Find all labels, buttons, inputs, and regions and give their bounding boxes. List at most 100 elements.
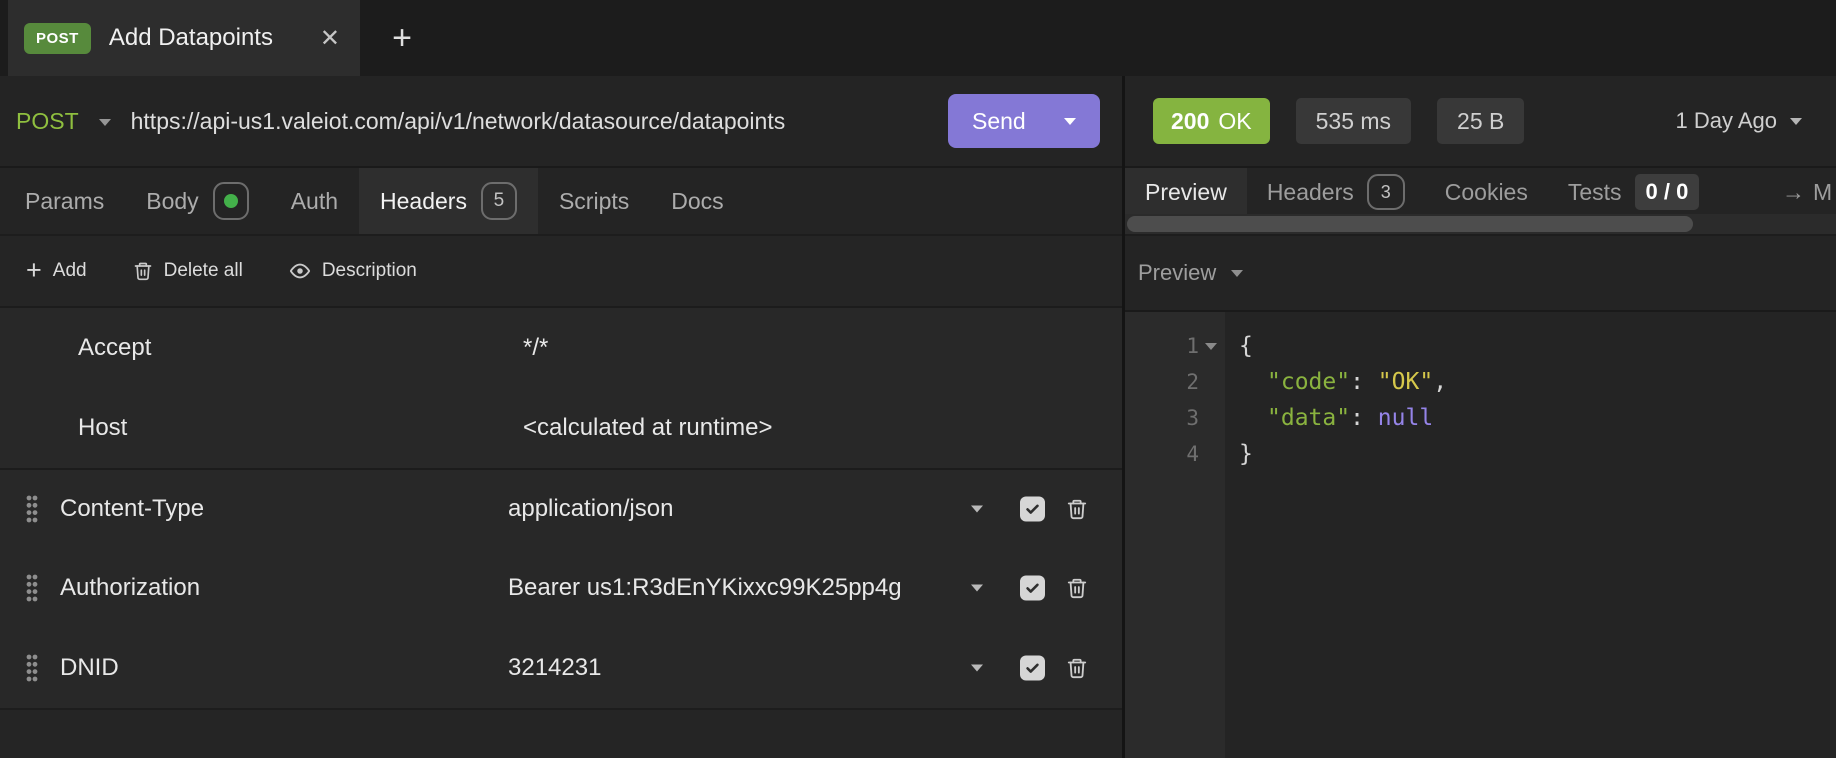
header-enabled-checkbox[interactable] [1020, 575, 1045, 601]
horizontal-scrollbar-track[interactable] [1125, 214, 1836, 234]
header-name-input[interactable]: DNID [60, 654, 119, 682]
trash-icon [133, 260, 153, 282]
close-tab-icon[interactable]: ✕ [320, 24, 340, 53]
tab-response-headers[interactable]: Headers 3 [1247, 168, 1425, 216]
header-value-input[interactable]: Bearer us1:R3dEnYKixxc99K25pp4g [508, 574, 902, 602]
tab-more-clipped[interactable]: → M [1782, 168, 1836, 216]
header-name-input[interactable]: Authorization [60, 574, 200, 602]
method-select-label[interactable]: POST [16, 108, 79, 135]
json-separator: : [1350, 369, 1378, 395]
tests-count-badge: 0 / 0 [1634, 174, 1700, 210]
header-value: <calculated at runtime> [523, 414, 773, 441]
horizontal-scrollbar-thumb[interactable] [1127, 216, 1693, 232]
json-separator: : [1350, 405, 1378, 431]
code-line: } [1239, 436, 1836, 472]
tab-preview-label: Preview [1145, 178, 1227, 205]
toggle-description-button[interactable]: Description [289, 260, 417, 282]
status-code: 200 [1171, 107, 1210, 134]
json-comma: , [1433, 369, 1448, 395]
send-button[interactable]: Send [948, 94, 1100, 148]
gutter-line: 1 [1125, 328, 1225, 364]
tab-params-label: Params [25, 187, 105, 214]
row-options-caret-icon[interactable] [971, 584, 983, 592]
drag-handle-icon[interactable] [24, 652, 40, 684]
tab-headers[interactable]: Headers 5 [359, 168, 538, 234]
tab-docs[interactable]: Docs [650, 168, 744, 234]
delete-header-icon[interactable] [1066, 497, 1088, 521]
tab-title: Add Datapoints [108, 24, 273, 51]
tab-cookies[interactable]: Cookies [1425, 168, 1548, 216]
fold-caret-icon[interactable] [1205, 342, 1217, 350]
delete-all-button[interactable]: Delete all [133, 260, 243, 282]
line-number: 2 [1186, 370, 1199, 394]
headers-table: Accept */* Host <calculated at runtime> … [0, 308, 1122, 758]
gutter-line: 4 [1125, 436, 1225, 472]
new-tab-button[interactable]: + [374, 0, 430, 76]
method-caret-icon[interactable] [98, 119, 111, 126]
method-badge: POST [24, 22, 91, 54]
status-text: OK [1218, 107, 1252, 134]
tab-strip: POST Add Datapoints ✕ + [0, 0, 1836, 76]
tab-cookies-label: Cookies [1444, 178, 1528, 205]
header-value-input[interactable]: application/json [508, 495, 673, 523]
description-label: Description [321, 260, 417, 281]
json-code[interactable]: { "code": "OK", "data": null } [1225, 312, 1836, 758]
history-caret-icon [1790, 117, 1802, 125]
duration-badge: 535 ms [1295, 98, 1412, 144]
code-line: "data": null [1239, 400, 1836, 436]
tab-auth-label: Auth [290, 187, 339, 214]
header-enabled-checkbox[interactable] [1020, 496, 1045, 522]
response-headers-count-pill: 3 [1366, 174, 1405, 210]
tab-preview[interactable]: Preview [1125, 168, 1247, 216]
tab-tests[interactable]: Tests 0 / 0 [1548, 168, 1720, 216]
tab-auth[interactable]: Auth [270, 168, 359, 234]
headers-toolbar: + Add Delete all Description [0, 236, 1122, 308]
response-body-viewer[interactable]: 1 2 3 4 { "code": "OK", "data": null} [1125, 312, 1836, 758]
line-number: 3 [1186, 406, 1199, 430]
header-row-content-type: Content-Type application/json [0, 468, 1122, 548]
tab-body-label: Body [146, 187, 199, 214]
row-options-caret-icon[interactable] [971, 505, 983, 513]
headers-count-pill: 5 [480, 182, 517, 220]
url-bar: POST https://api-us1.valeiot.com/api/v1/… [0, 76, 1122, 168]
preview-mode-dropdown[interactable]: Preview [1125, 236, 1836, 312]
tab-body[interactable]: Body [125, 168, 269, 234]
request-panel: POST https://api-us1.valeiot.com/api/v1/… [0, 76, 1122, 758]
header-name-input[interactable]: Content-Type [60, 495, 204, 523]
preview-mode-label: Preview [1138, 260, 1217, 285]
body-set-dot-icon [223, 194, 238, 208]
response-panel: 200 OK 535 ms 25 B 1 Day Ago Preview Hea… [1125, 76, 1836, 758]
tab-more-label: M [1813, 178, 1833, 205]
fold-caret-slot[interactable] [1199, 342, 1223, 350]
status-badge: 200 OK [1153, 98, 1270, 144]
header-enabled-checkbox[interactable] [1020, 655, 1045, 681]
header-row-host: Host <calculated at runtime> [0, 388, 1122, 468]
tab-params[interactable]: Params [4, 168, 125, 234]
header-row-accept: Accept */* [0, 308, 1122, 388]
gutter-line: 3 [1125, 400, 1225, 436]
url-input[interactable]: https://api-us1.valeiot.com/api/v1/netwo… [131, 108, 948, 135]
add-header-button[interactable]: + Add [26, 254, 87, 285]
delete-header-icon[interactable] [1066, 656, 1088, 680]
tab-headers-label: Headers [380, 187, 467, 214]
response-history-dropdown[interactable]: 1 Day Ago [1675, 108, 1802, 134]
header-row-dnid: DNID 3214231 [0, 628, 1122, 708]
table-footer [0, 710, 1122, 758]
code-line: { [1239, 328, 1836, 364]
header-value-input[interactable]: 3214231 [508, 654, 601, 682]
tab-docs-label: Docs [671, 187, 724, 214]
delete-all-label: Delete all [163, 260, 243, 281]
size-badge: 25 B [1437, 98, 1525, 144]
send-options-caret-icon[interactable] [1064, 117, 1076, 125]
request-tab-add-datapoints[interactable]: POST Add Datapoints ✕ [8, 0, 360, 76]
line-number: 1 [1186, 334, 1199, 358]
tab-scripts[interactable]: Scripts [538, 168, 650, 234]
delete-header-icon[interactable] [1066, 576, 1088, 600]
header-row-authorization: Authorization Bearer us1:R3dEnYKixxc99K2… [0, 548, 1122, 628]
plus-icon: + [26, 254, 42, 285]
drag-handle-icon[interactable] [24, 572, 40, 604]
gutter-line: 2 [1125, 364, 1225, 400]
json-string-value: "OK" [1377, 369, 1434, 395]
row-options-caret-icon[interactable] [971, 664, 983, 672]
drag-handle-icon[interactable] [24, 493, 40, 525]
